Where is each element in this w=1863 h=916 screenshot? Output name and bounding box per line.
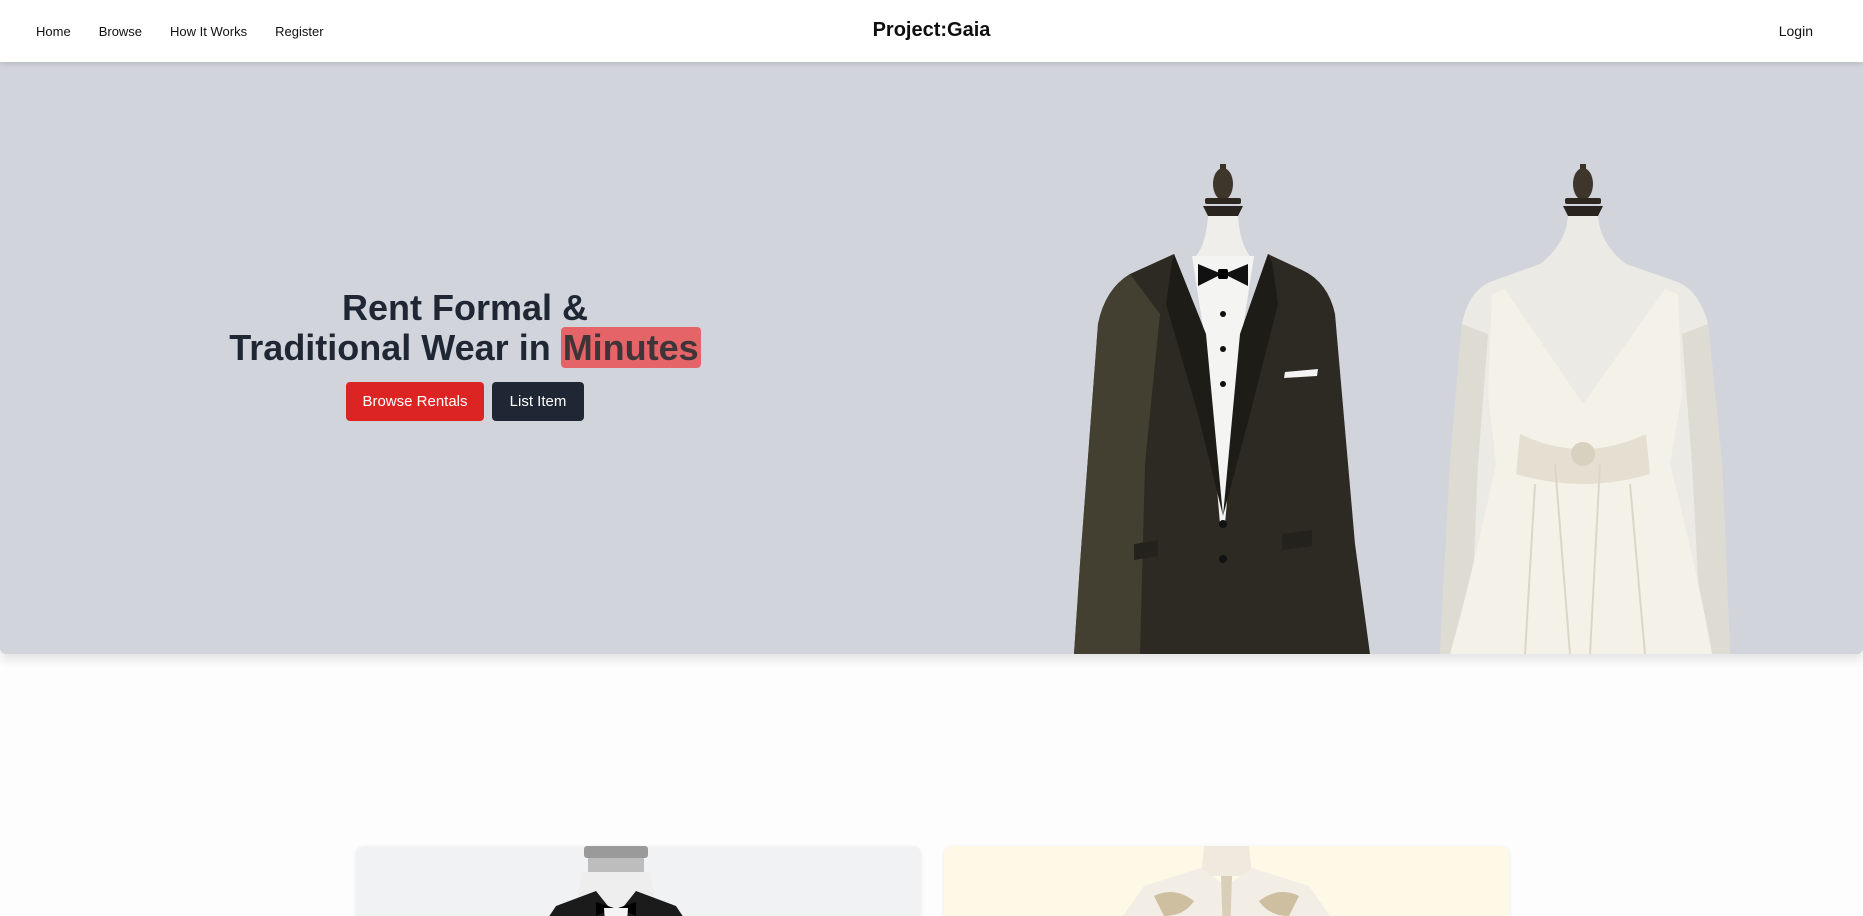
embroidered-sherwani-image — [1123, 846, 1330, 916]
product-card-tuxedo[interactable] — [356, 846, 921, 916]
wedding-dress-mannequin-image — [1440, 164, 1730, 654]
nav-link-how-it-works[interactable]: How It Works — [170, 24, 247, 39]
product-card-sherwani[interactable] — [944, 846, 1509, 916]
hero-buttons: Browse Rentals List Item — [190, 382, 740, 421]
nav-links: Home Browse How It Works Register — [36, 0, 324, 62]
hero-title-highlight: Minutes — [560, 327, 701, 368]
hero-title-line-2: Traditional Wear in — [229, 327, 561, 368]
tuxedo-mannequin-image — [1074, 164, 1370, 654]
nav-link-browse[interactable]: Browse — [99, 24, 142, 39]
nav-link-home[interactable]: Home — [36, 24, 71, 39]
brand-logo-text[interactable]: Project:Gaia — [873, 19, 991, 41]
hero-section: Rent Formal & Traditional Wear in Minute… — [0, 62, 1863, 654]
browse-rentals-button[interactable]: Browse Rentals — [346, 382, 484, 421]
hero-title-line-1: Rent Formal & — [341, 287, 589, 328]
navbar: Home Browse How It Works Register Projec… — [0, 0, 1863, 62]
hero-title: Rent Formal & Traditional Wear in Minute… — [190, 288, 740, 368]
login-link[interactable]: Login — [1779, 23, 1813, 39]
list-item-button[interactable]: List Item — [492, 382, 584, 421]
tuxedo-bust-image — [549, 846, 683, 916]
hero-text-block: Rent Formal & Traditional Wear in Minute… — [190, 288, 740, 421]
nav-link-register[interactable]: Register — [275, 24, 323, 39]
